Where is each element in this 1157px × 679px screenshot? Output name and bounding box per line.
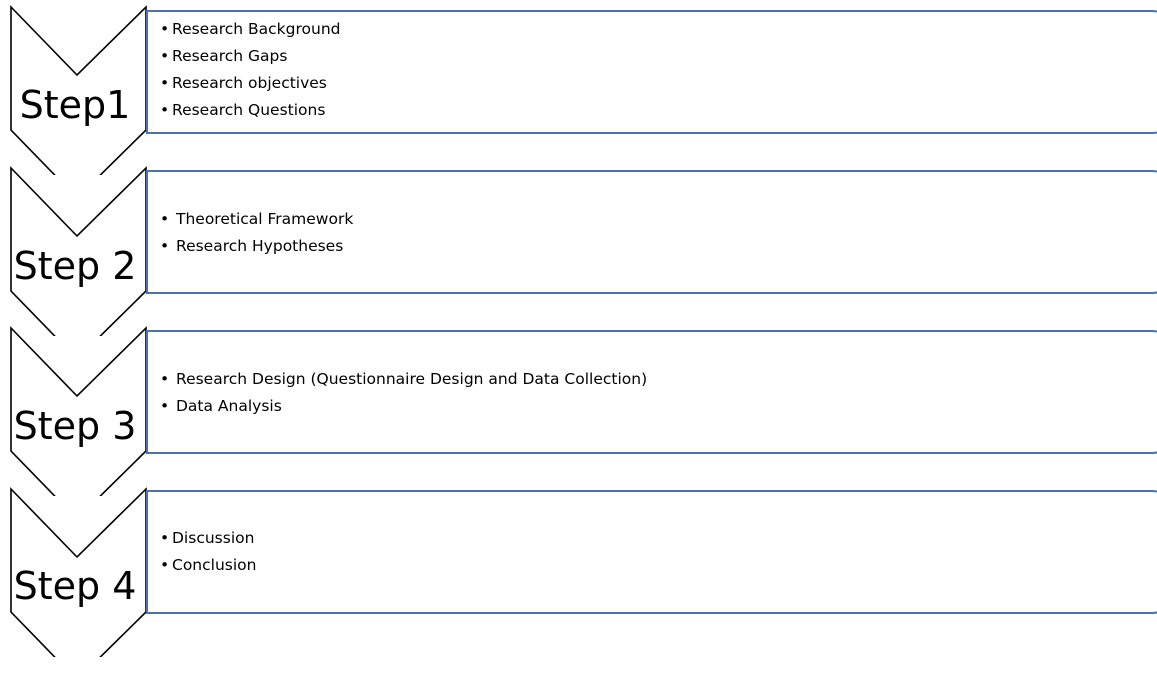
list-item: • Conclusion <box>160 552 256 579</box>
list-item: • Research Questions <box>160 97 341 124</box>
item-text: Research Design (Questionnaire Design an… <box>176 370 648 388</box>
bullet-glyph: • <box>160 529 170 547</box>
item-text: Research Gaps <box>172 47 288 65</box>
step-4-label: Step 4 <box>13 564 137 608</box>
step-3-box: • Research Design (Questionnaire Design a… <box>146 330 1157 454</box>
list-item: • Research Background <box>160 16 341 43</box>
bullet-glyph: • <box>160 370 170 388</box>
bullet-glyph: • <box>160 237 170 255</box>
item-text: Research objectives <box>172 74 327 92</box>
bullet-glyph: • <box>160 210 170 228</box>
list-item: • Research objectives <box>160 70 341 97</box>
item-text: Discussion <box>172 529 255 547</box>
step-2-list: • Theoretical Framework • Research Hypothe… <box>160 206 353 260</box>
step-4-box: • Discussion • Conclusion <box>146 490 1157 614</box>
bullet-glyph: • <box>160 47 170 65</box>
item-text: Research Questions <box>172 101 326 119</box>
step-1-list: • Research Background • Research Gaps • Res… <box>160 16 341 124</box>
list-item: • Research Gaps <box>160 43 341 70</box>
step-2-label: Step 2 <box>13 244 137 288</box>
bullet-glyph: • <box>160 101 170 119</box>
item-text: Research Hypotheses <box>176 237 344 255</box>
step-3-list: • Research Design (Questionnaire Design a… <box>160 366 647 420</box>
bullet-glyph: • <box>160 74 170 92</box>
step-1-label: Step1 <box>19 83 131 127</box>
bullet-glyph: • <box>160 556 170 574</box>
item-text: Data Analysis <box>176 397 282 415</box>
bullet-glyph: • <box>160 397 170 415</box>
list-item: • Research Design (Questionnaire Design a… <box>160 366 647 393</box>
item-text: Conclusion <box>172 556 257 574</box>
list-item: • Theoretical Framework <box>160 206 353 233</box>
item-text: Research Background <box>172 20 341 38</box>
step-3-label: Step 3 <box>13 404 137 448</box>
list-item: • Research Hypotheses <box>160 233 353 260</box>
step-1-box: • Research Background • Research Gaps • Res… <box>146 10 1157 134</box>
list-item: • Discussion <box>160 525 256 552</box>
step-4-list: • Discussion • Conclusion <box>160 525 256 579</box>
step-2-box: • Theoretical Framework • Research Hypothe… <box>146 170 1157 294</box>
list-item: • Data Analysis <box>160 393 647 420</box>
item-text: Theoretical Framework <box>176 210 354 228</box>
process-flow-diagram: • Research Background • Research Gaps • Res… <box>0 0 1157 679</box>
bullet-glyph: • <box>160 20 170 38</box>
